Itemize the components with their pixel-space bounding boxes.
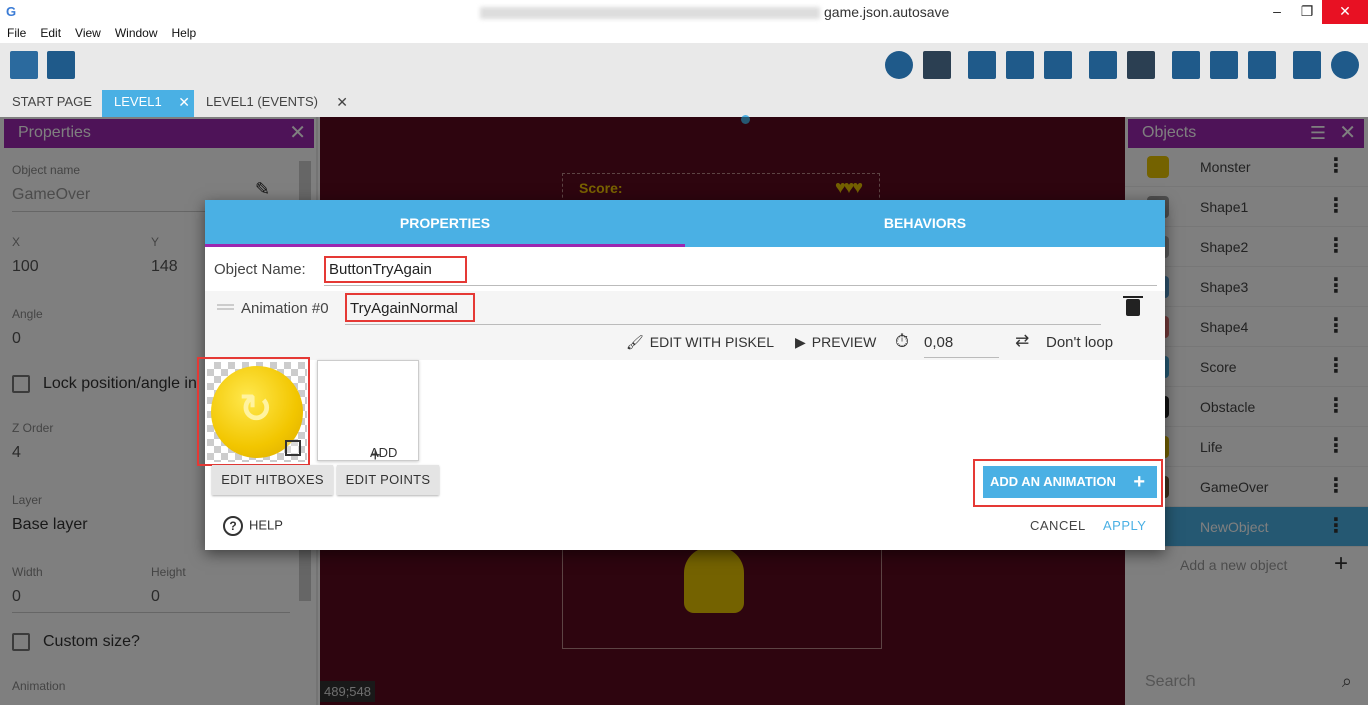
tab-level1-events[interactable]: LEVEL1 (EVENTS) ✕ [194,90,352,117]
zoom-reset-icon[interactable] [1331,51,1361,81]
drag-handle-icon[interactable] [217,304,234,310]
resize-corner-icon[interactable] [285,440,301,456]
play-icon: ▶ [795,334,806,350]
grid-icon[interactable] [1293,51,1323,81]
menu-bar: File Edit View Window Help [0,24,1368,43]
edit-hitboxes-button[interactable]: EDIT HITBOXES [212,465,333,495]
loop-toggle[interactable]: Don't loop [1046,334,1113,351]
frame-time-input[interactable]: 0,08 [924,334,953,351]
tab-start-page[interactable]: START PAGE [0,90,102,117]
redo-icon[interactable] [1127,51,1157,81]
add-animation-label: ADD AN ANIMATION [990,474,1116,489]
retry-icon: ↻ [239,387,273,431]
divider [924,357,999,358]
edit-with-piskel-label: EDIT WITH PISKEL [649,334,774,350]
tab-behaviors[interactable]: BEHAVIORS [685,200,1165,247]
object-groups-icon[interactable] [968,51,998,81]
object-name-input[interactable]: ButtonTryAgain [329,261,432,278]
tab-label: LEVEL1 [114,94,162,109]
menu-window[interactable]: Window [108,24,165,43]
toolbar [0,43,1368,90]
help-label: HELP [249,517,283,533]
tab-properties[interactable]: PROPERTIES [205,200,685,247]
undo-icon[interactable] [1089,51,1119,81]
debug-icon[interactable] [923,51,953,81]
close-window-button[interactable]: ✕ [1322,0,1368,24]
plus-icon: + [1133,471,1145,493]
editor-tabs: START PAGE LEVEL1 ✕ LEVEL1 (EVENTS) ✕ [0,90,1368,117]
menu-file[interactable]: File [0,24,33,43]
project-manager-icon[interactable] [10,51,40,81]
apply-button[interactable]: APPLY [1103,518,1146,533]
divider [345,324,1101,325]
object-editor-dialog: PROPERTIES BEHAVIORS Object Name: Button… [197,200,1165,550]
help-icon: ? [223,516,243,536]
tab-label: LEVEL1 (EVENTS) [206,94,318,109]
menu-edit[interactable]: Edit [33,24,68,43]
brush-icon: 🖌 [626,334,644,350]
menu-help[interactable]: Help [165,24,204,43]
layers-icon[interactable] [1172,51,1202,81]
help-button[interactable]: ? HELP [223,516,283,536]
cancel-button[interactable]: CANCEL [1030,518,1086,533]
objects-list-icon[interactable] [1006,51,1036,81]
add-text: ADD [370,445,398,460]
window-title: game.json.autosave [480,4,949,20]
add-animation-button[interactable]: ADD AN ANIMATION + [983,466,1157,498]
app-icon: G [6,4,17,19]
timer-icon: ⏱ [895,331,910,351]
restore-button[interactable]: ❐ [1292,0,1322,24]
loop-icon: ⇄ [1015,331,1030,350]
minimize-button[interactable]: – [1262,0,1292,24]
tab-level1[interactable]: LEVEL1 ✕ [102,90,194,117]
play-preview-icon[interactable] [885,51,915,81]
windows-icon[interactable] [1248,51,1278,81]
close-tab-icon[interactable]: ✕ [178,90,190,114]
object-name-label: Object Name: [214,261,306,278]
animation-number-label: Animation #0 [241,300,329,317]
close-tab-icon[interactable]: ✕ [336,90,348,114]
animation-name-input[interactable]: TryAgainNormal [350,300,458,317]
scene-editor-icon[interactable] [47,51,77,81]
properties-icon[interactable] [1044,51,1074,81]
preview-label: PREVIEW [811,334,877,350]
delete-animation-icon[interactable] [1123,296,1143,316]
edit-points-button[interactable]: EDIT POINTS [337,465,439,495]
menu-view[interactable]: View [68,24,108,43]
title-bar: G game.json.autosave – ❐ ✕ [0,0,1368,24]
tab-label: START PAGE [12,94,92,109]
dialog-tabs: PROPERTIES BEHAVIORS [205,200,1165,247]
edit-with-piskel-button[interactable]: 🖌 EDIT WITH PISKEL [626,334,774,351]
preview-button[interactable]: ▶ PREVIEW [795,334,876,351]
window-title-text: game.json.autosave [824,4,950,20]
divider [324,285,1157,286]
add-sprite-button[interactable]: + ADD [317,360,419,465]
instances-list-icon[interactable] [1210,51,1240,81]
sprite-thumbnail[interactable]: ↻ [207,362,307,462]
